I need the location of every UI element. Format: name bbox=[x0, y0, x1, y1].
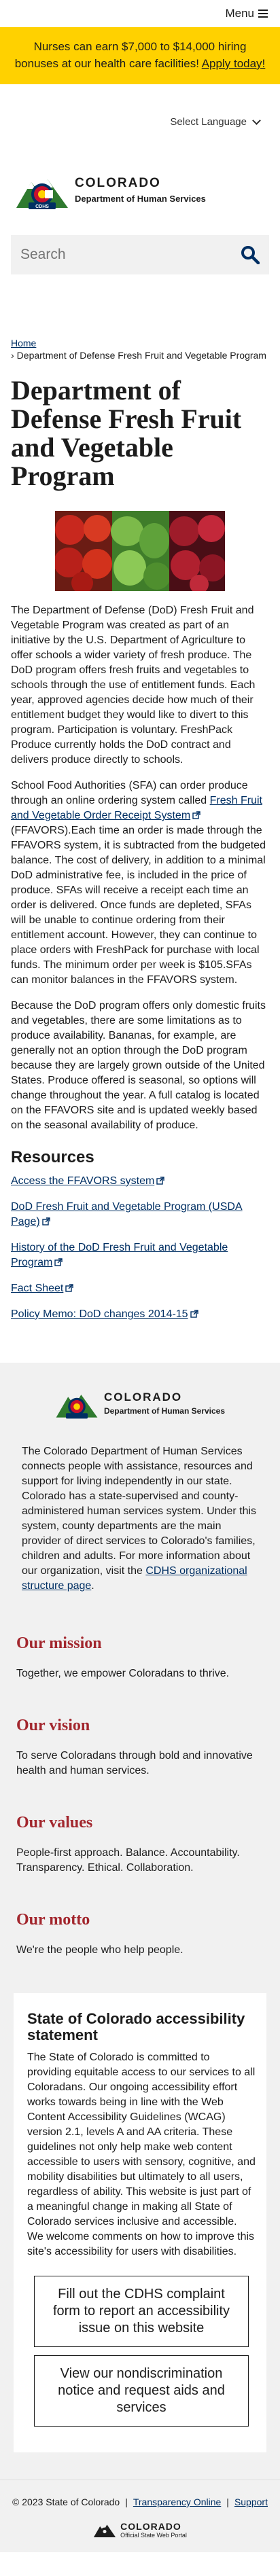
breadcrumb-current: Department of Defense Fresh Fruit and Ve… bbox=[16, 350, 266, 361]
resource-link-policy-memo[interactable]: Policy Memo: DoD changes 2014-15 bbox=[11, 1308, 198, 1320]
logo-state: COLORADO bbox=[75, 175, 161, 190]
footer-logo-department: Department of Human Services bbox=[103, 1406, 226, 1416]
logo-badge: CDHS bbox=[35, 204, 49, 209]
complaint-form-button[interactable]: Fill out the CDHS complaint form to repo… bbox=[34, 2276, 249, 2347]
resource-link-label: Fact Sheet bbox=[11, 1283, 64, 1294]
search-icon[interactable] bbox=[241, 245, 260, 264]
site-footer: COLORADO Department of Human Services Th… bbox=[0, 1363, 280, 2480]
official-sub: Official State Web Portal bbox=[120, 2532, 187, 2539]
breadcrumb: Home › Department of Defense Fresh Fruit … bbox=[11, 338, 266, 361]
produce-photo bbox=[55, 511, 225, 591]
external-link-icon bbox=[190, 1310, 198, 1318]
accessibility-text: The State of Colorado is committed to pr… bbox=[27, 2052, 256, 2257]
external-link-icon bbox=[192, 811, 200, 819]
support-link[interactable]: Support bbox=[234, 2497, 268, 2507]
colorado-logo bbox=[56, 1395, 98, 1419]
footer-about: The Colorado Department of Human Service… bbox=[22, 1444, 258, 1594]
external-link-icon bbox=[54, 1258, 63, 1266]
resource-link-history[interactable]: History of the DoD Fresh Fruit and Veget… bbox=[11, 1242, 228, 1268]
resource-link-ffavors[interactable]: Access the FFAVORS system bbox=[11, 1175, 165, 1187]
values-text: People-first approach. Balance. Accounta… bbox=[16, 1847, 240, 1874]
footer-logo[interactable]: COLORADO Department of Human Services bbox=[11, 1379, 269, 1427]
resource-link-fact-sheet[interactable]: Fact Sheet bbox=[11, 1283, 74, 1294]
resource-link-label: Policy Memo: DoD changes 2014-15 bbox=[11, 1308, 188, 1320]
availability-paragraph: Because the DoD program offers only dome… bbox=[11, 1000, 266, 1131]
hamburger-icon bbox=[258, 7, 268, 20]
about-text-b: . bbox=[91, 1580, 94, 1592]
site-logo[interactable]: CDHS COLORADO Department of Human Servic… bbox=[0, 159, 280, 220]
search-input[interactable] bbox=[19, 246, 226, 264]
motto-heading: Our motto bbox=[16, 1911, 90, 1929]
top-bar: Menu bbox=[0, 0, 280, 27]
main-content: Home › Department of Defense Fresh Fruit … bbox=[0, 337, 280, 1322]
search-bar bbox=[11, 235, 269, 274]
list-item: Fact Sheet bbox=[11, 1281, 269, 1296]
mission-heading: Our mission bbox=[16, 1634, 102, 1652]
bottom-bar: © 2023 State of Colorado | Transparency On… bbox=[0, 2480, 280, 2552]
intro-paragraph: The Department of Defense (DoD) Fresh Fr… bbox=[11, 605, 256, 766]
accessibility-statement: State of Colorado accessibility statemen… bbox=[14, 1993, 266, 2452]
hero-image bbox=[11, 511, 269, 591]
chevron-down-icon bbox=[252, 115, 261, 125]
breadcrumb-home[interactable]: Home bbox=[11, 338, 36, 348]
nondiscrimination-button[interactable]: View our nondiscrimination notice and re… bbox=[34, 2355, 249, 2427]
transparency-link[interactable]: Transparency Online bbox=[133, 2497, 221, 2507]
resources-heading: Resources bbox=[11, 1148, 94, 1166]
apply-today-link[interactable]: Apply today! bbox=[202, 57, 266, 70]
colorado-c-logo bbox=[93, 2524, 116, 2538]
list-item: Policy Memo: DoD changes 2014-15 bbox=[11, 1307, 269, 1322]
list-item: DoD Fresh Fruit and Vegetable Program (U… bbox=[11, 1200, 269, 1230]
resource-link-label: History of the DoD Fresh Fruit and Veget… bbox=[11, 1242, 228, 1268]
menu-label: Menu bbox=[225, 7, 254, 20]
vision-heading: Our vision bbox=[16, 1717, 90, 1734]
official-state: COLORADO bbox=[120, 2521, 181, 2532]
footer-logo-state: COLORADO bbox=[103, 1390, 183, 1403]
bottom-links: © 2023 State of Colorado | Transparency On… bbox=[12, 2497, 268, 2507]
alert-banner: Nurses can earn $7,000 to $14,000 hiring… bbox=[0, 27, 280, 84]
logo-department: Department of Human Services bbox=[75, 193, 206, 204]
ordering-paragraph: School Food Authorities (SFA) can order … bbox=[11, 779, 269, 988]
ordering-text-b: (FFAVORS).Each time an order is made thr… bbox=[11, 825, 266, 986]
vision-text: To serve Coloradans through bold and inn… bbox=[16, 1750, 253, 1776]
motto-text: We're the people who help people. bbox=[16, 1944, 183, 1956]
copyright: © 2023 State of Colorado bbox=[12, 2497, 120, 2507]
language-selector[interactable]: Select Language bbox=[0, 84, 280, 159]
external-link-icon bbox=[65, 1284, 74, 1292]
resource-link-label: Access the FFAVORS system bbox=[11, 1175, 155, 1187]
about-text-a: The Colorado Department of Human Service… bbox=[22, 1446, 257, 1577]
colorado-logo: CDHS bbox=[16, 179, 68, 209]
external-link-icon bbox=[156, 1177, 165, 1185]
official-portal-logo[interactable]: COLORADO Official State Web Portal bbox=[11, 2521, 269, 2539]
values-heading: Our values bbox=[16, 1814, 93, 1831]
resources-list: Access the FFAVORS system DoD Fresh Frui… bbox=[11, 1174, 269, 1322]
resource-link-usda[interactable]: DoD Fresh Fruit and Vegetable Program (U… bbox=[11, 1201, 243, 1228]
menu-button[interactable]: Menu bbox=[225, 7, 268, 20]
mission-text: Together, we empower Coloradans to thriv… bbox=[16, 1668, 230, 1679]
language-label: Select Language bbox=[170, 115, 247, 128]
page-title: Department of Defense Fresh Fruit and Ve… bbox=[11, 375, 242, 491]
list-item: History of the DoD Fresh Fruit and Veget… bbox=[11, 1240, 269, 1270]
accessibility-heading: State of Colorado accessibility statemen… bbox=[27, 2010, 245, 2043]
external-link-icon bbox=[42, 1217, 50, 1226]
list-item: Access the FFAVORS system bbox=[11, 1174, 269, 1189]
